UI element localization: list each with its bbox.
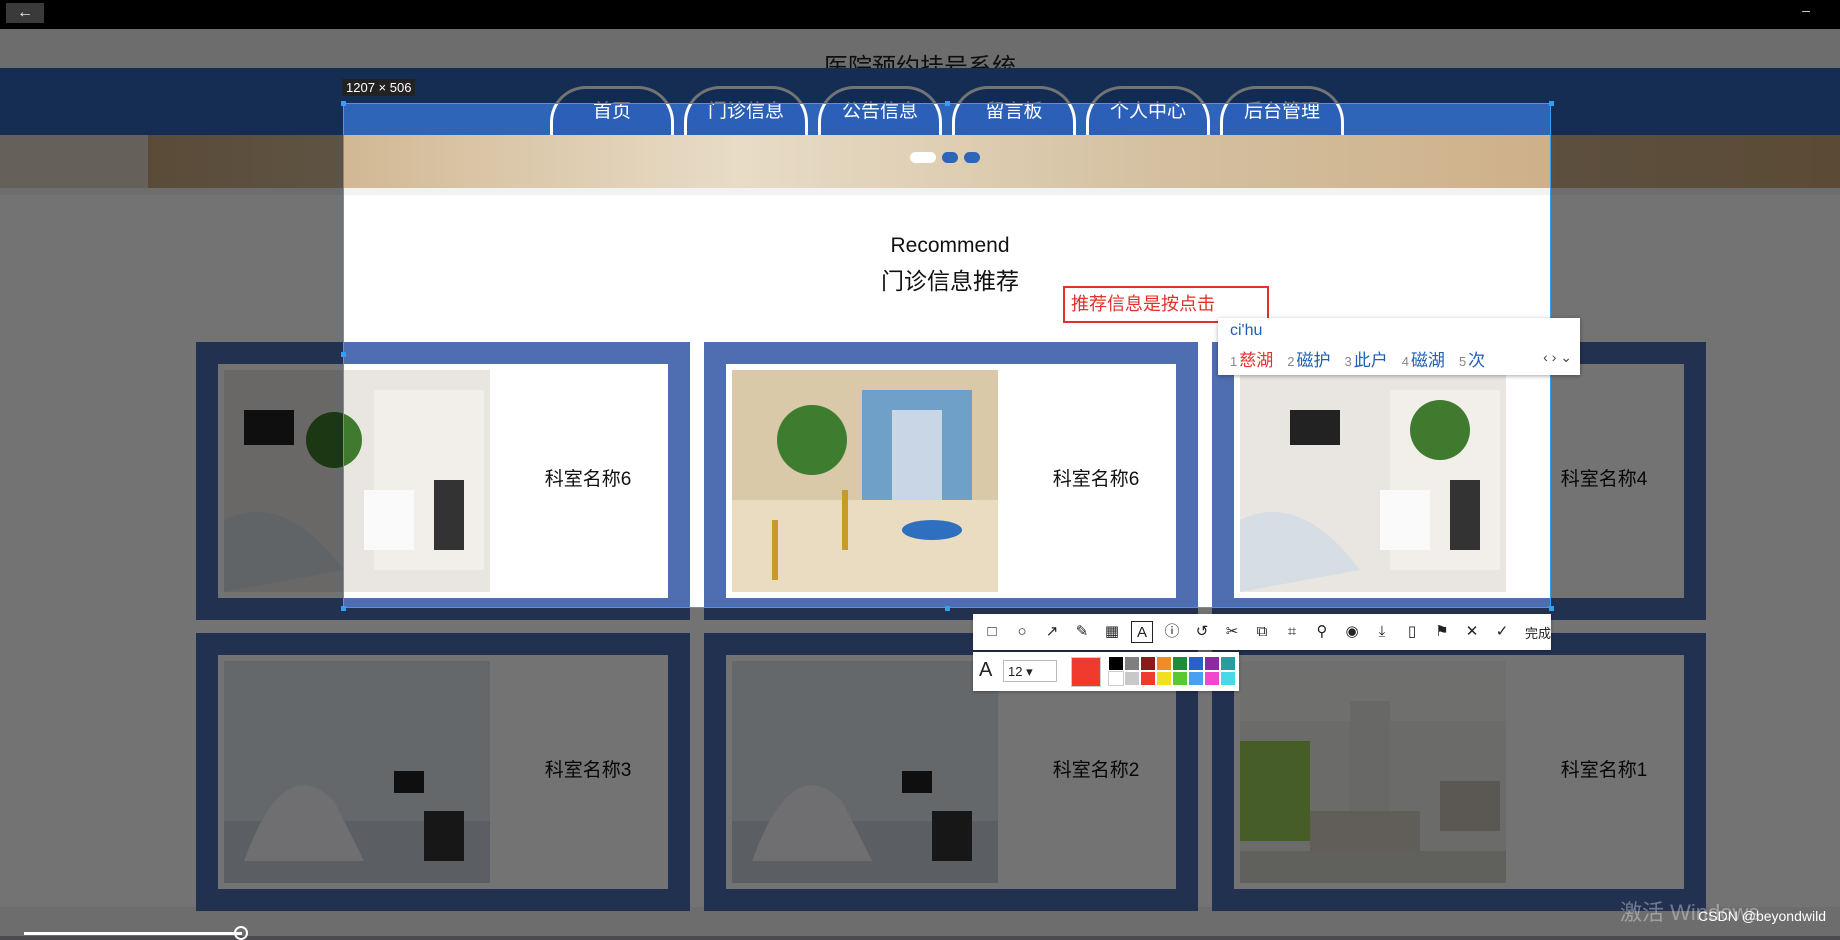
- banner-edge: [0, 135, 148, 188]
- minimize-button[interactable]: –: [1802, 2, 1810, 18]
- record-icon[interactable]: ◉: [1341, 621, 1363, 643]
- color-swatch[interactable]: [1109, 657, 1123, 670]
- credit-watermark: CSDN @beyondwild: [1698, 908, 1826, 924]
- cut-icon[interactable]: ✂: [1221, 621, 1243, 643]
- circle-icon[interactable]: ○: [1011, 621, 1033, 643]
- color-swatch[interactable]: [1173, 657, 1187, 670]
- ime-pinyin: ci'hu: [1230, 322, 1263, 339]
- color-swatch[interactable]: [1157, 657, 1171, 670]
- ime-candidate[interactable]: 5次: [1459, 346, 1485, 371]
- color-palette: [1108, 657, 1235, 686]
- scan-icon[interactable]: ⌗: [1281, 621, 1303, 643]
- dental-clinic-photo: [732, 661, 998, 883]
- resize-handle[interactable]: [341, 606, 346, 611]
- close-icon[interactable]: ✕: [1461, 621, 1483, 643]
- ime-candidate[interactable]: 3 此户: [1344, 346, 1387, 371]
- screenshot-toolbar: □ ○ ↗ ✎ ▦ A ⓘ ↺ ✂ ⧉ ⌗ ⚲ ◉ ⤓ ▯ ⚑ ✕ ✓ 完成: [973, 614, 1551, 650]
- color-swatch[interactable]: [1125, 657, 1139, 670]
- resize-handle[interactable]: [1549, 101, 1554, 106]
- number-icon[interactable]: ⓘ: [1161, 621, 1183, 643]
- color-swatch[interactable]: [1125, 672, 1139, 685]
- color-swatch[interactable]: [1141, 657, 1155, 670]
- department-name[interactable]: 科室名称3: [518, 755, 658, 782]
- color-swatch[interactable]: [1173, 672, 1187, 685]
- color-swatch[interactable]: [1205, 672, 1219, 685]
- rectangle-icon[interactable]: □: [981, 621, 1003, 643]
- lobby-photo: [1240, 661, 1506, 883]
- color-swatch[interactable]: [1141, 672, 1155, 685]
- color-swatch[interactable]: [1157, 672, 1171, 685]
- color-swatch[interactable]: [1205, 657, 1219, 670]
- font-size-select[interactable]: 12 ▾: [1003, 660, 1057, 682]
- selection-size-label: 1207 × 506: [342, 79, 416, 96]
- color-swatch[interactable]: [1189, 672, 1203, 685]
- ime-candidate-window: ci'hu 1 慈湖 2 磁护 3 此户 4 磁湖 5次 ‹ › ⌄: [1218, 318, 1580, 375]
- department-card[interactable]: 科室名称1: [1212, 633, 1706, 911]
- save-icon[interactable]: ▯: [1401, 621, 1423, 643]
- ime-candidate[interactable]: 2 磁护: [1287, 346, 1330, 371]
- ime-candidate[interactable]: 1 慈湖: [1230, 346, 1273, 371]
- translate-icon[interactable]: ⧉: [1251, 621, 1273, 643]
- resize-handle[interactable]: [945, 101, 950, 106]
- resize-handle[interactable]: [1549, 606, 1554, 611]
- color-swatch[interactable]: [1108, 671, 1124, 686]
- department-name[interactable]: 科室名称2: [1026, 755, 1166, 782]
- department-name[interactable]: 科室名称4: [1534, 464, 1674, 491]
- check-icon[interactable]: ✓: [1491, 621, 1513, 643]
- department-name[interactable]: 科室名称1: [1534, 755, 1674, 782]
- pin-icon[interactable]: ⚲: [1311, 621, 1333, 643]
- pen-icon[interactable]: ✎: [1071, 621, 1093, 643]
- color-swatch[interactable]: [1221, 657, 1235, 670]
- resize-handle[interactable]: [945, 606, 950, 611]
- video-progress-bar[interactable]: [24, 932, 242, 935]
- back-button[interactable]: ←: [6, 3, 44, 23]
- done-button[interactable]: 完成: [1525, 623, 1551, 642]
- ime-candidate[interactable]: 4 磁湖: [1402, 346, 1445, 371]
- window-titlebar: ← –: [0, 0, 1840, 29]
- font-icon: A: [979, 659, 993, 681]
- color-swatch[interactable]: [1189, 657, 1203, 670]
- mosaic-icon[interactable]: ▦: [1101, 621, 1123, 643]
- bookmark-icon[interactable]: ⚑: [1431, 621, 1453, 643]
- download-icon[interactable]: ⤓: [1371, 621, 1393, 643]
- resize-handle[interactable]: [341, 101, 346, 106]
- department-card[interactable]: 科室名称3: [196, 633, 690, 911]
- progress-knob[interactable]: [234, 926, 248, 940]
- current-color-swatch[interactable]: [1071, 657, 1101, 687]
- ime-page-arrows[interactable]: ‹ › ⌄: [1543, 349, 1572, 366]
- color-swatch[interactable]: [1221, 672, 1235, 685]
- ime-candidates: 1 慈湖 2 磁护 3 此户 4 磁湖 5次: [1230, 346, 1485, 371]
- resize-handle[interactable]: [341, 352, 346, 357]
- text-options-bar: A 12 ▾: [973, 652, 1239, 691]
- undo-icon[interactable]: ↺: [1191, 621, 1213, 643]
- dental-clinic-photo: [224, 661, 490, 883]
- text-icon[interactable]: A: [1131, 621, 1153, 643]
- arrow-icon[interactable]: ↗: [1041, 621, 1063, 643]
